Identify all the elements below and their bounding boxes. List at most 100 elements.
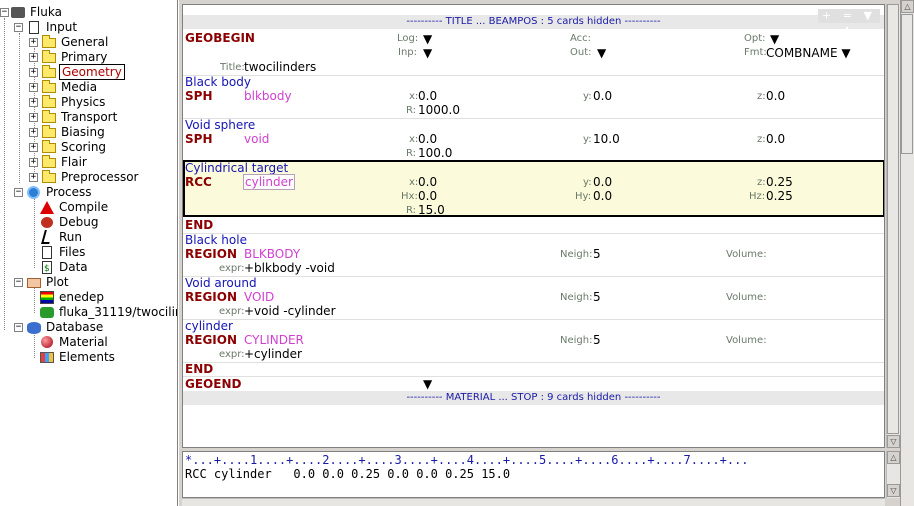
tree-item-flair[interactable]: + Flair <box>29 155 89 170</box>
window-scrollbar[interactable]: △ <box>900 0 914 506</box>
tree-item-transport[interactable]: + Transport <box>29 110 119 125</box>
tree-item-input[interactable]: − Input <box>14 20 79 35</box>
card-keyword[interactable]: GEOEND <box>185 377 241 391</box>
expand-icon[interactable]: + <box>29 173 38 182</box>
scroll-down-arrow-icon[interactable]: ▽ <box>887 484 900 497</box>
tree-item-geometry-plot[interactable]: fluka_31119/twocilind <box>39 305 177 320</box>
title-field[interactable]: twocilinders <box>244 60 316 74</box>
tree-item-process[interactable]: − Process <box>14 185 94 200</box>
region-name-field[interactable]: CYLINDER <box>244 333 304 347</box>
out-dropdown[interactable]: ▼ <box>597 46 606 60</box>
expand-icon[interactable]: + <box>29 53 38 62</box>
expand-icon[interactable]: + <box>29 113 38 122</box>
card-keyword[interactable]: REGION <box>185 333 237 347</box>
inp-dropdown[interactable]: ▼ <box>423 46 432 60</box>
card-keyword-end[interactable]: END <box>185 218 213 232</box>
tree-item-debug[interactable]: Debug <box>39 215 100 230</box>
card-keyword[interactable]: GEOBEGIN <box>185 31 255 45</box>
editor-horizontal-scrollbar[interactable] <box>182 498 885 506</box>
tree-item-physics[interactable]: + Physics <box>29 95 107 110</box>
card-comment[interactable]: Black body <box>185 75 251 89</box>
y-field[interactable]: 0.0 <box>593 89 612 103</box>
scrollbar-thumb[interactable] <box>887 4 899 434</box>
scrollbar-thumb[interactable] <box>901 14 913 154</box>
collapse-icon[interactable]: − <box>0 8 9 17</box>
card-keyword-end[interactable]: END <box>185 362 213 376</box>
hidden-cards-top[interactable]: ---------- TITLE ... BEAMPOS : 5 cards h… <box>183 15 884 29</box>
z-field[interactable]: 0.0 <box>766 132 785 146</box>
tree-item-primary[interactable]: + Primary <box>29 50 109 65</box>
opt-dropdown[interactable]: ▼ <box>770 32 779 46</box>
z-field[interactable]: 0.25 <box>766 175 793 189</box>
project-tree[interactable]: − Fluka − Input + General + Primary + Ge… <box>0 0 178 506</box>
expr-field[interactable]: +blkbody -void <box>244 261 335 275</box>
expr-field[interactable]: +cylinder <box>244 347 302 361</box>
tree-item-files[interactable]: Files <box>39 245 87 260</box>
body-name-field[interactable]: blkbody <box>244 89 292 103</box>
card-keyword[interactable]: SPH <box>185 132 212 146</box>
x-field[interactable]: 0.0 <box>418 175 437 189</box>
log-dropdown[interactable]: ▼ <box>423 32 432 46</box>
tree-item-biasing[interactable]: + Biasing <box>29 125 107 140</box>
tree-item-run[interactable]: Run <box>39 230 84 245</box>
tree-item-plot[interactable]: − Plot <box>14 275 71 290</box>
region-name-field[interactable]: VOID <box>244 290 274 304</box>
scroll-up-arrow-icon[interactable]: △ <box>887 451 900 464</box>
card-text-editor[interactable]: *...+....1....+....2....+....3....+....4… <box>182 451 885 498</box>
expand-icon[interactable]: + <box>29 128 38 137</box>
tree-item-enedep[interactable]: enedep <box>39 290 106 305</box>
card-comment[interactable]: Black hole <box>185 233 247 247</box>
card-input-line[interactable]: RCC cylinder 0.0 0.0 0.25 0.0 0.0 0.25 1… <box>185 467 882 481</box>
neigh-field[interactable]: 5 <box>593 290 601 304</box>
neigh-field[interactable]: 5 <box>593 333 601 347</box>
hy-field[interactable]: 0.0 <box>593 189 612 203</box>
card-keyword[interactable]: REGION <box>185 247 237 261</box>
radius-field[interactable]: 15.0 <box>418 203 445 217</box>
radius-field[interactable]: 1000.0 <box>418 103 460 117</box>
card-keyword[interactable]: REGION <box>185 290 237 304</box>
tree-item-preprocessor[interactable]: + Preprocessor <box>29 170 140 185</box>
expand-icon[interactable]: + <box>29 158 38 167</box>
card-toolbar-buttons[interactable]: + = ▼ ▲ <box>818 9 880 36</box>
hidden-cards-bottom[interactable]: ---------- MATERIAL ... STOP : 9 cards h… <box>183 391 884 405</box>
card-comment[interactable]: Void sphere <box>185 118 255 132</box>
tree-item-fluka[interactable]: − Fluka <box>0 5 64 20</box>
x-field[interactable]: 0.0 <box>418 132 437 146</box>
tree-item-data[interactable]: Data <box>39 260 90 277</box>
card-keyword[interactable]: SPH <box>185 89 212 103</box>
editor-scrollbar[interactable]: △ ▽ <box>886 451 900 498</box>
z-field[interactable]: 0.0 <box>766 89 785 103</box>
expand-icon[interactable]: + <box>29 68 38 77</box>
tree-item-geometry[interactable]: + Geometry <box>29 64 125 80</box>
neigh-field[interactable]: 5 <box>593 247 601 261</box>
tree-item-media[interactable]: + Media <box>29 80 99 95</box>
expand-icon[interactable]: + <box>29 143 38 152</box>
card-comment[interactable]: Void around <box>185 276 257 290</box>
card-comment[interactable]: Cylindrical target <box>185 161 288 175</box>
tree-item-compile[interactable]: Compile <box>39 200 110 215</box>
hz-field[interactable]: 0.25 <box>766 189 793 203</box>
fmt-dropdown[interactable]: COMBNAME ▼ <box>766 46 851 60</box>
collapse-icon[interactable]: − <box>14 188 23 197</box>
body-name-field[interactable]: cylinder <box>243 174 295 190</box>
body-name-field[interactable]: void <box>244 132 269 146</box>
geoend-dropdown[interactable]: ▼ <box>423 377 432 391</box>
radius-field[interactable]: 100.0 <box>418 146 452 160</box>
card-comment[interactable]: cylinder <box>185 319 233 333</box>
expand-icon[interactable]: + <box>29 38 38 47</box>
card-keyword[interactable]: RCC <box>185 175 212 189</box>
region-name-field[interactable]: BLKBODY <box>244 247 300 261</box>
tree-item-material[interactable]: Material <box>39 335 110 350</box>
collapse-icon[interactable]: − <box>14 323 23 332</box>
tree-item-database[interactable]: − Database <box>14 320 105 335</box>
expand-icon[interactable]: + <box>29 83 38 92</box>
y-field[interactable]: 0.0 <box>593 175 612 189</box>
card-editor[interactable]: ---------- TITLE ... BEAMPOS : 5 cards h… <box>182 4 885 448</box>
x-field[interactable]: 0.0 <box>418 89 437 103</box>
collapse-icon[interactable]: − <box>14 23 23 32</box>
expr-field[interactable]: +void -cylinder <box>244 304 336 318</box>
expand-icon[interactable]: + <box>29 98 38 107</box>
tree-item-elements[interactable]: Elements <box>39 350 117 365</box>
scroll-down-arrow-icon[interactable]: ▽ <box>887 435 900 448</box>
tree-item-general[interactable]: + General <box>29 35 110 50</box>
